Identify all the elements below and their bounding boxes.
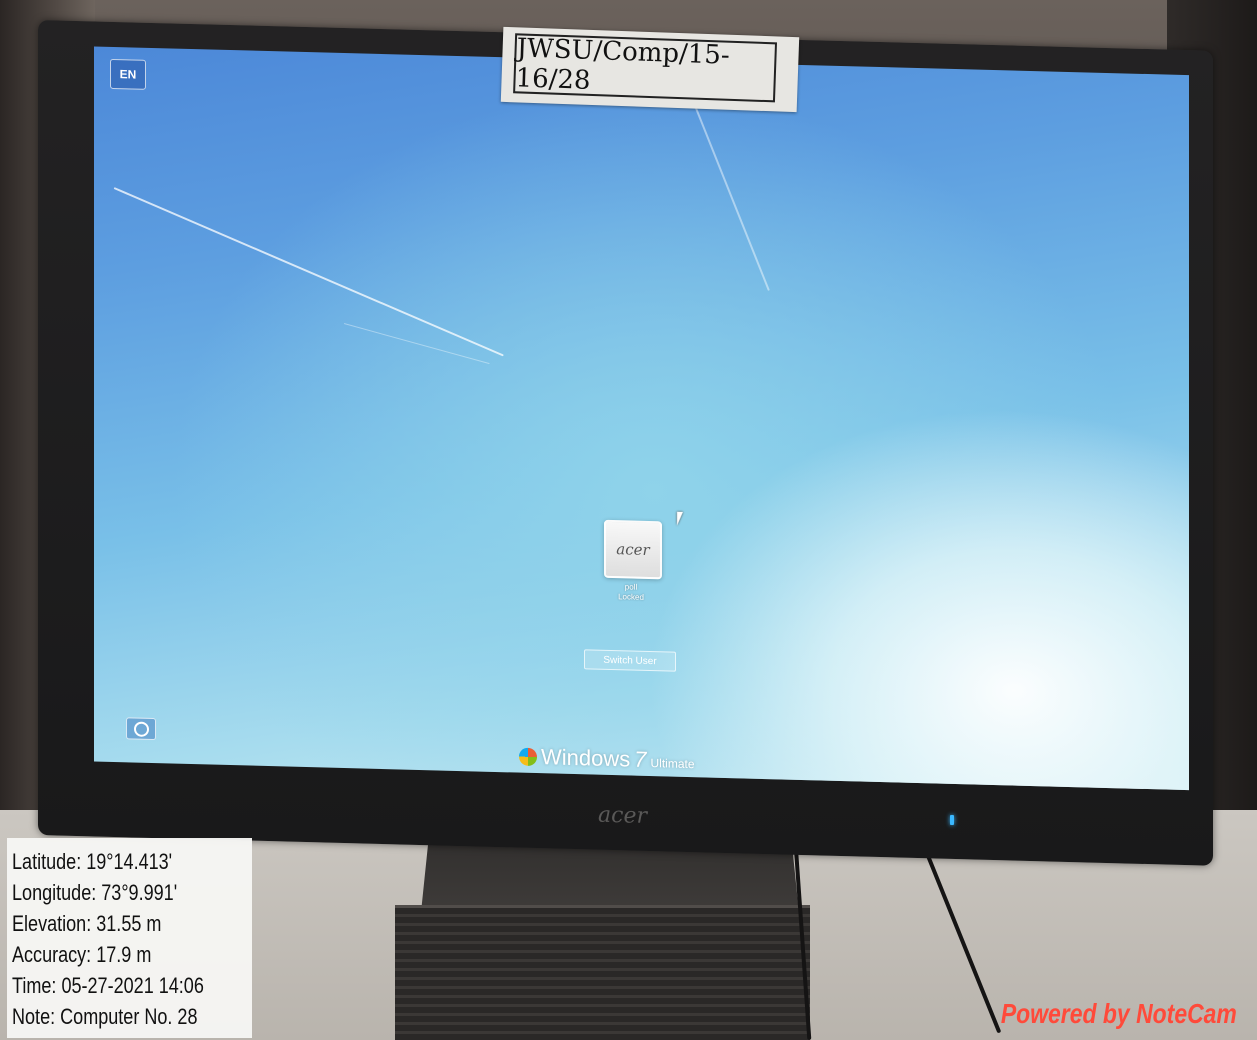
power-led-indicator xyxy=(950,815,954,825)
screen-reflection xyxy=(113,187,504,357)
longitude-text: Longitude: 73°9.991' xyxy=(12,880,178,905)
os-edition: Ultimate xyxy=(650,756,695,772)
windows-logo-icon xyxy=(519,747,537,767)
user-status-label: Locked xyxy=(618,592,644,602)
screen-reflection xyxy=(693,102,770,291)
monitor-stand-base xyxy=(395,905,810,1040)
asset-tag-sticker: JWSU/Comp/15-16/28 xyxy=(500,26,800,113)
mouse-pointer-icon xyxy=(677,511,683,526)
ease-of-access-icon xyxy=(133,721,149,737)
time-text: Time: 05-27-2021 14:06 xyxy=(12,973,204,998)
os-name: Windows xyxy=(541,744,631,772)
language-indicator-button[interactable]: EN xyxy=(110,58,146,90)
acer-logo-icon: acer xyxy=(616,540,650,560)
photo-scene: EN acer poll Locked Switch User Windows … xyxy=(0,0,1257,1040)
latitude-text: Latitude: 19°14.413' xyxy=(12,849,173,874)
monitor-brand-logo: acer xyxy=(598,802,647,829)
switch-user-button[interactable]: Switch User xyxy=(584,649,676,672)
ease-of-access-button[interactable] xyxy=(126,717,156,741)
windows-login-screen: EN acer poll Locked Switch User Windows … xyxy=(94,46,1189,791)
user-account-tile[interactable]: acer xyxy=(604,519,662,580)
os-version: 7 xyxy=(634,746,647,772)
note-text: Note: Computer No. 28 xyxy=(12,1004,198,1029)
windows-branding: Windows 7 Ultimate xyxy=(519,744,695,775)
elevation-text: Elevation: 31.55 m xyxy=(12,911,162,936)
notecam-watermark: Powered by NoteCam xyxy=(1000,998,1237,1029)
user-name-label: poll xyxy=(624,582,638,592)
screen-reflection xyxy=(343,323,490,365)
monitor: EN acer poll Locked Switch User Windows … xyxy=(38,20,1213,866)
geo-info-overlay: Latitude: 19°14.413' Longitude: 73°9.991… xyxy=(7,838,252,1038)
accuracy-text: Accuracy: 17.9 m xyxy=(12,942,152,967)
asset-tag-text: JWSU/Comp/15-16/28 xyxy=(513,33,778,103)
